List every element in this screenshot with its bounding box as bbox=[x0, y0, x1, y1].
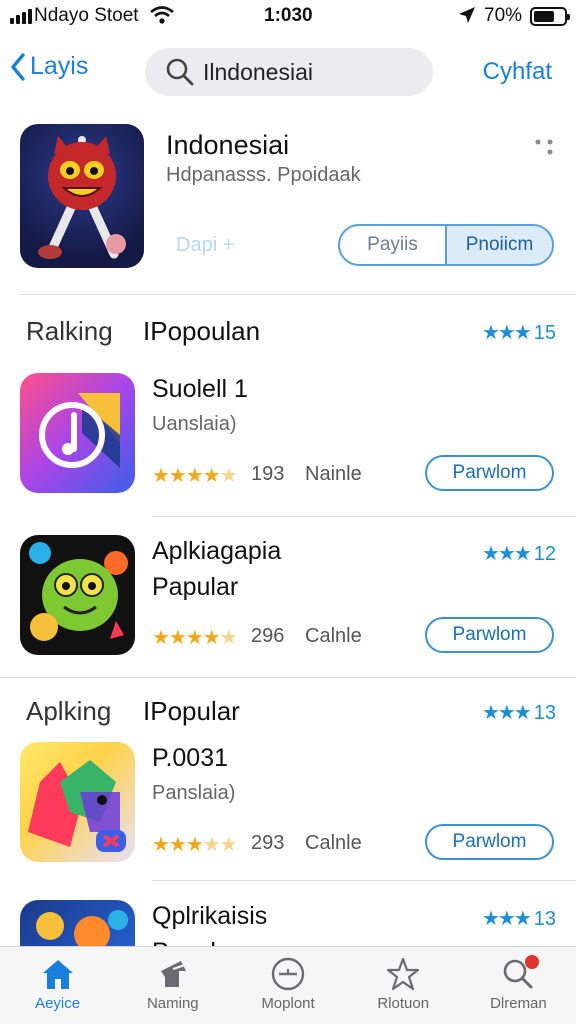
app-genre: Calnle bbox=[305, 625, 362, 647]
tab-aeyice[interactable]: Aeyice bbox=[0, 947, 115, 1024]
app-subtitle: Panslaia) bbox=[152, 782, 236, 804]
section-rating: ★★★ 15 bbox=[481, 322, 556, 344]
tab-label: Rlotuon bbox=[377, 995, 430, 1012]
segmented-control: Payiis Pnoiicm bbox=[338, 224, 554, 266]
search-field[interactable]: Ilndonesiai bbox=[145, 48, 433, 96]
section-rating: ★★★ 13 bbox=[481, 702, 556, 724]
app-subtitle: Uanslaia) bbox=[152, 413, 237, 435]
battery-icon bbox=[530, 7, 570, 26]
divider bbox=[152, 880, 576, 881]
get-button[interactable]: Parwlom bbox=[425, 824, 554, 860]
app-icon bbox=[20, 373, 135, 493]
app-icon bbox=[20, 535, 135, 655]
app-row[interactable]: Aplkiagapia Papular ★★★ 12 ★★★★★ 296 Caln… bbox=[0, 535, 576, 665]
featured-app-subtitle: Hdpanasss. Ppoidaak bbox=[166, 164, 361, 186]
tab-moplont[interactable]: Moplont bbox=[230, 947, 345, 1024]
rating-stars-icon: ★★★ bbox=[481, 322, 532, 344]
tab-rlotuon[interactable]: Rlotuon bbox=[346, 947, 461, 1024]
navigation-bar: Layis Ilndonesiai Cyhfat bbox=[0, 44, 576, 98]
divider bbox=[0, 677, 576, 678]
divider bbox=[152, 516, 576, 517]
tab-label: Aeyice bbox=[35, 995, 81, 1012]
app-row[interactable]: P.0031 Panslaia) ★★★★★ 293 Calnle Parwlo… bbox=[0, 742, 576, 872]
back-label: Layis bbox=[30, 52, 89, 80]
app-icon bbox=[20, 742, 135, 862]
signal-icon bbox=[10, 9, 32, 24]
chevron-left-icon bbox=[11, 52, 25, 81]
app-name-line2: Papular bbox=[152, 573, 239, 601]
search-query: Ilndonesiai bbox=[203, 58, 313, 85]
tab-naming[interactable]: Naming bbox=[115, 947, 230, 1024]
app-genre: Calnle bbox=[305, 832, 362, 854]
section-header-popular: Aplking IPopular ★★★ 13 bbox=[0, 696, 576, 732]
star-icon bbox=[387, 957, 420, 991]
section-subtitle: IPopular bbox=[143, 696, 240, 726]
app-name: P.0031 bbox=[152, 744, 229, 772]
rank-stars-icon: ★★★ bbox=[481, 543, 532, 565]
tab-label: Dlreman bbox=[490, 995, 547, 1012]
rank-stars-icon: ★★★ bbox=[481, 908, 532, 930]
tab-dlreman[interactable]: Dlreman bbox=[461, 947, 576, 1024]
app-name: Qplrikaisis bbox=[152, 902, 268, 930]
section-header-ranking: Ralking IPopoulan ★★★ 15 bbox=[0, 316, 576, 352]
app-genre: Nainle bbox=[305, 463, 362, 485]
featured-app: Indonesiai Hdpanasss. Ppoidaak Dapi + Pa… bbox=[0, 122, 576, 292]
nav-right-button[interactable]: Cyhfat bbox=[483, 58, 552, 86]
divider bbox=[20, 294, 576, 295]
rating-count: 296 bbox=[251, 625, 285, 647]
carrier-label: Ndayo Stoet bbox=[34, 5, 139, 26]
status-bar: Ndayo Stoet 1:030 70% bbox=[0, 0, 576, 34]
segment-payiis[interactable]: Payiis bbox=[340, 226, 447, 264]
battery-percent: 70% bbox=[484, 5, 523, 26]
featured-app-icon[interactable] bbox=[20, 124, 144, 268]
section-title: Aplking bbox=[26, 696, 112, 726]
clock: 1:030 bbox=[264, 5, 313, 26]
more-options-icon[interactable] bbox=[534, 138, 556, 161]
app-name-line2: Papular bbox=[152, 938, 238, 946]
app-row[interactable]: Qplrikaisis Papular ★★★13 bbox=[0, 900, 576, 946]
hat-icon bbox=[160, 961, 186, 987]
search-icon bbox=[166, 58, 194, 86]
featured-app-title: Indonesiai bbox=[166, 130, 290, 160]
section-subtitle: IPopoulan bbox=[143, 316, 261, 346]
app-rank: ★★★ 12 bbox=[481, 543, 556, 565]
tab-label: Naming bbox=[146, 995, 199, 1012]
rating-stars: ★★★★★ bbox=[152, 465, 238, 487]
tab-label: Moplont bbox=[261, 995, 315, 1012]
get-button[interactable]: Parwlom bbox=[425, 617, 554, 653]
app-name: Suolell 1 bbox=[152, 375, 248, 403]
tab-bar: Aeyice Naming Moplont Rlotuon Dlreman bbox=[0, 946, 576, 1024]
location-arrow-icon bbox=[458, 6, 476, 29]
get-button-ghost[interactable]: Dapi + bbox=[176, 234, 234, 257]
get-button[interactable]: Parwlom bbox=[425, 455, 554, 491]
rating-stars: ★★★★★ bbox=[152, 834, 238, 856]
home-icon bbox=[42, 960, 73, 989]
rating-stars: ★★★★★ bbox=[152, 627, 238, 649]
app-name: Aplkiagapia bbox=[152, 537, 282, 565]
app-icon bbox=[20, 900, 135, 946]
notification-badge bbox=[524, 955, 539, 969]
rating-stars-icon: ★★★ bbox=[481, 702, 532, 724]
app-row[interactable]: Suolell 1 Uanslaia) ★★★★★ 193 Nainle Par… bbox=[0, 373, 576, 503]
compass-icon bbox=[271, 957, 305, 991]
rating-count: 193 bbox=[251, 463, 285, 485]
rating-count: 293 bbox=[251, 832, 285, 854]
section-title: Ralking bbox=[26, 316, 113, 346]
back-button[interactable]: Layis bbox=[10, 52, 88, 81]
app-rank: ★★★ 13 bbox=[481, 908, 556, 930]
wifi-icon bbox=[150, 5, 174, 30]
segment-pnoiicm[interactable]: Pnoiicm bbox=[447, 226, 552, 264]
